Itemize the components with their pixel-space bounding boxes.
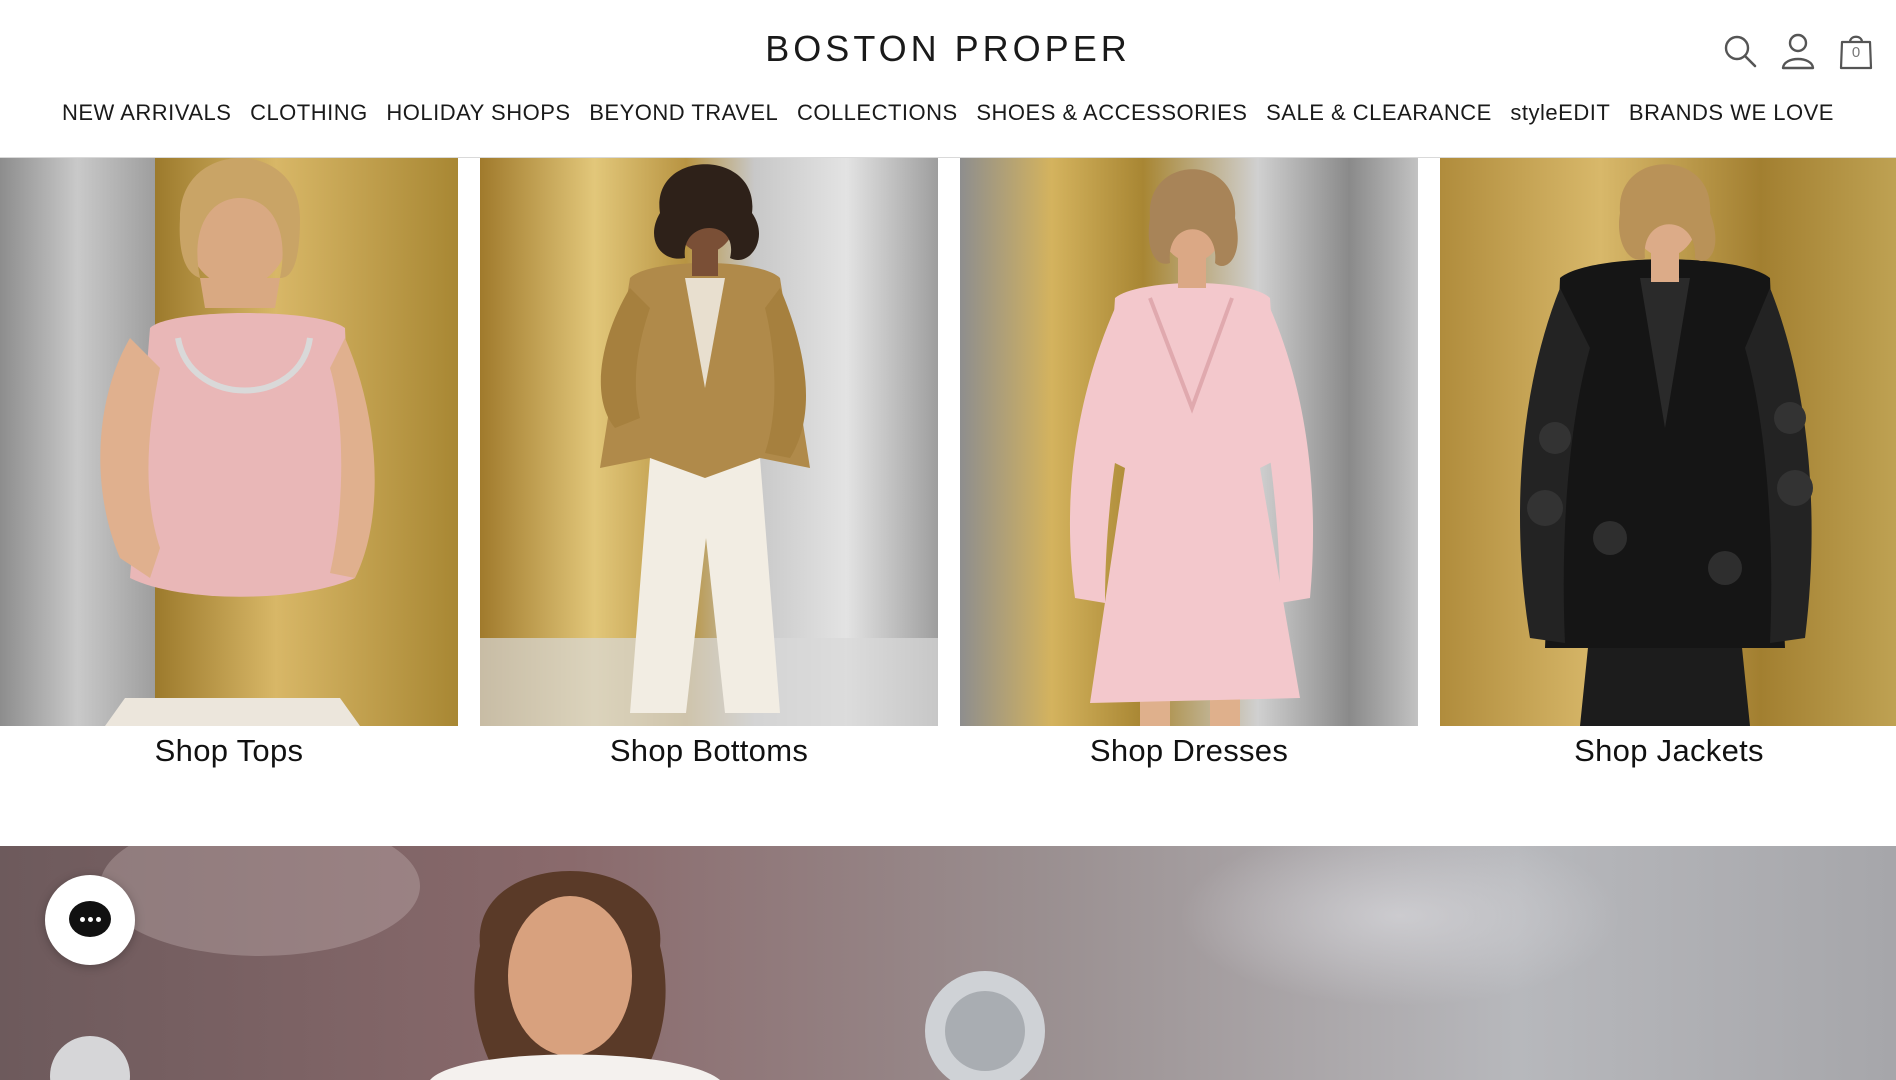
nav-item-beyond-travel[interactable]: BEYOND TRAVEL [589, 100, 778, 126]
nav-item-collections[interactable]: COLLECTIONS [797, 100, 958, 126]
shop-jackets-link[interactable]: Shop Jackets [1440, 733, 1896, 769]
bottoms-model-photo [480, 158, 938, 726]
category-tiles [0, 158, 1896, 726]
shop-dresses-link[interactable]: Shop Dresses [960, 733, 1418, 769]
chat-dot [88, 917, 93, 922]
header-icons: 0 [1722, 32, 1874, 70]
hero-banner-photo [0, 846, 1896, 1080]
chat-dot [96, 917, 101, 922]
main-nav: NEW ARRIVALS CLOTHING HOLIDAY SHOPS BEYO… [0, 100, 1896, 126]
category-tile-dresses[interactable] [960, 158, 1418, 726]
dresses-model-photo [960, 158, 1418, 726]
user-icon[interactable] [1780, 32, 1816, 70]
nav-item-sale-clearance[interactable]: SALE & CLEARANCE [1266, 100, 1492, 126]
category-tile-tops[interactable] [0, 158, 458, 726]
site-header: BOSTON PROPER 0 NEW ARRIVALS CLOTHING HO… [0, 0, 1896, 158]
jackets-model-photo [1440, 158, 1896, 726]
hero-banner[interactable] [0, 846, 1896, 1080]
category-tile-bottoms[interactable] [480, 158, 938, 726]
tops-model-photo [0, 158, 458, 726]
shop-bottoms-link[interactable]: Shop Bottoms [480, 733, 938, 769]
nav-item-shoes-accessories[interactable]: SHOES & ACCESSORIES [976, 100, 1247, 126]
nav-item-clothing[interactable]: CLOTHING [250, 100, 368, 126]
shopping-bag-icon[interactable]: 0 [1838, 32, 1874, 70]
chat-button[interactable] [45, 875, 135, 965]
nav-item-styleedit[interactable]: styleEDIT [1510, 100, 1610, 126]
nav-item-new-arrivals[interactable]: NEW ARRIVALS [62, 100, 231, 126]
cart-count: 0 [1851, 44, 1861, 61]
nav-item-holiday-shops[interactable]: HOLIDAY SHOPS [386, 100, 570, 126]
chat-dot [80, 917, 85, 922]
nav-item-brands-we-love[interactable]: BRANDS WE LOVE [1629, 100, 1834, 126]
shop-tops-link[interactable]: Shop Tops [0, 733, 458, 769]
search-icon[interactable] [1722, 32, 1758, 70]
category-tile-jackets[interactable] [1440, 158, 1896, 726]
site-logo[interactable]: BOSTON PROPER [0, 28, 1896, 70]
